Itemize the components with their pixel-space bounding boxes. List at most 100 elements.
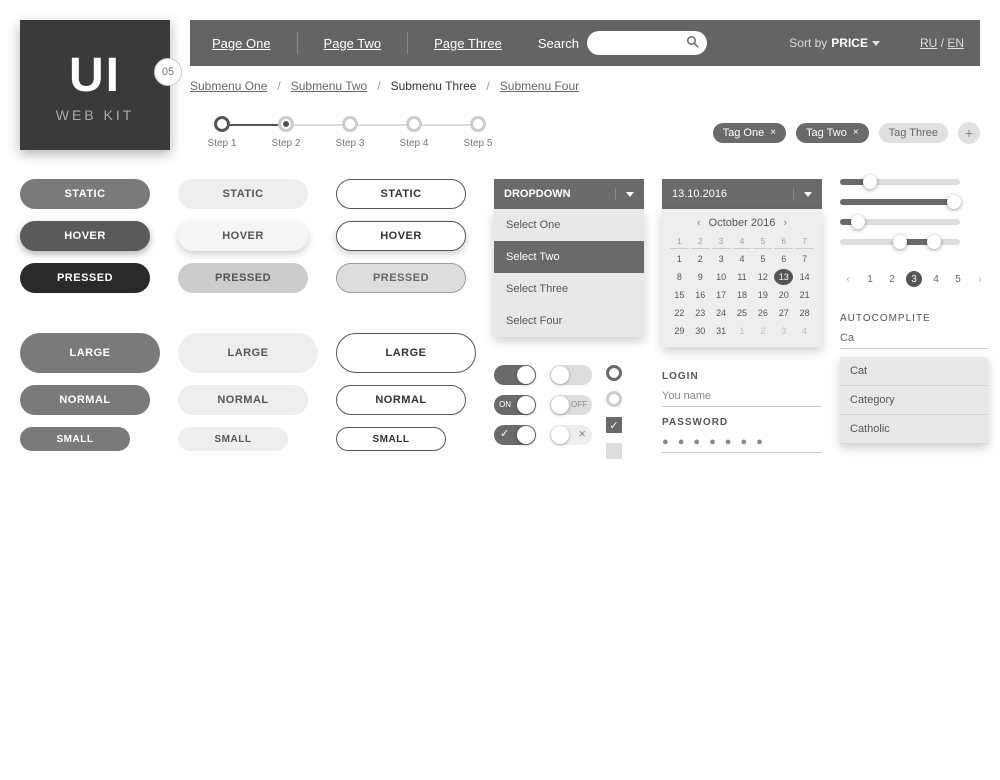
- sort-dropdown[interactable]: Sort by PRICE: [789, 36, 880, 50]
- prev-month-icon[interactable]: [697, 217, 701, 229]
- calendar-day[interactable]: 17: [712, 287, 731, 303]
- login-input[interactable]: You name: [662, 386, 822, 407]
- pagination-page[interactable]: 5: [950, 271, 966, 287]
- calendar-day[interactable]: 30: [691, 323, 710, 339]
- pagination-next[interactable]: [972, 271, 988, 287]
- calendar-day[interactable]: 10: [712, 269, 731, 285]
- button-small[interactable]: SMALL: [178, 427, 288, 451]
- password-input[interactable]: ● ● ● ● ● ● ●: [662, 432, 822, 453]
- calendar-day[interactable]: 15: [670, 287, 689, 303]
- radio-unselected[interactable]: [606, 391, 622, 407]
- button-hover[interactable]: HOVER: [20, 221, 150, 251]
- calendar-day[interactable]: 7: [795, 251, 814, 267]
- calendar-day[interactable]: 1: [670, 251, 689, 267]
- nav-page-three[interactable]: Page Three: [428, 36, 508, 51]
- calendar-day[interactable]: 19: [753, 287, 772, 303]
- button-hover[interactable]: HOVER: [336, 221, 466, 251]
- calendar-day[interactable]: 20: [774, 287, 793, 303]
- button-normal[interactable]: NORMAL: [178, 385, 308, 415]
- toggle-off-labeled[interactable]: OFF: [550, 395, 592, 415]
- toggle-on[interactable]: [494, 365, 536, 385]
- step[interactable]: Step 3: [318, 116, 382, 149]
- dropdown-toggle[interactable]: DROPDOWN: [494, 179, 644, 209]
- button-normal[interactable]: NORMAL: [336, 385, 466, 415]
- slider-knob[interactable]: [893, 235, 907, 249]
- close-icon[interactable]: ×: [770, 127, 776, 138]
- tag[interactable]: Tag One×: [713, 123, 786, 143]
- pagination-prev[interactable]: [840, 271, 856, 287]
- search-input[interactable]: [587, 31, 707, 55]
- dropdown-item[interactable]: Select Two: [494, 241, 644, 273]
- calendar-day-next-month[interactable]: 1: [733, 323, 752, 339]
- toggle-on-labeled[interactable]: ON: [494, 395, 536, 415]
- autocomplete-item[interactable]: Catholic: [840, 415, 988, 444]
- step[interactable]: Step 1: [190, 116, 254, 149]
- breadcrumb-item[interactable]: Submenu Two: [291, 79, 368, 93]
- toggle-off[interactable]: [550, 365, 592, 385]
- lang-ru[interactable]: RU: [920, 36, 937, 50]
- checkbox-unchecked[interactable]: [606, 443, 622, 459]
- calendar-day[interactable]: 25: [733, 305, 752, 321]
- lang-en[interactable]: EN: [947, 36, 964, 50]
- slider[interactable]: [840, 179, 960, 185]
- calendar-day[interactable]: 29: [670, 323, 689, 339]
- calendar-day[interactable]: 13: [774, 269, 793, 285]
- slider-knob[interactable]: [947, 195, 961, 209]
- calendar-day[interactable]: 4: [733, 251, 752, 267]
- datepicker-toggle[interactable]: 13.10.2016: [662, 179, 822, 209]
- toggle-x[interactable]: [550, 425, 592, 445]
- next-month-icon[interactable]: [783, 217, 787, 229]
- pagination-page[interactable]: 2: [884, 271, 900, 287]
- slider[interactable]: [840, 239, 960, 245]
- tag[interactable]: Tag Three: [879, 123, 948, 143]
- button-large[interactable]: LARGE: [20, 333, 160, 373]
- calendar-day[interactable]: 31: [712, 323, 731, 339]
- nav-page-two[interactable]: Page Two: [318, 36, 388, 51]
- button-small[interactable]: SMALL: [20, 427, 130, 451]
- calendar-day[interactable]: 5: [753, 251, 772, 267]
- slider-knob[interactable]: [851, 215, 865, 229]
- slider[interactable]: [840, 199, 960, 205]
- toggle-check[interactable]: [494, 425, 536, 445]
- button-small[interactable]: SMALL: [336, 427, 446, 451]
- button-pressed[interactable]: PRESSED: [178, 263, 308, 293]
- button-static[interactable]: STATIC: [178, 179, 308, 209]
- breadcrumb-item[interactable]: Submenu One: [190, 79, 267, 93]
- calendar-day[interactable]: 22: [670, 305, 689, 321]
- calendar-day[interactable]: 28: [795, 305, 814, 321]
- button-large[interactable]: LARGE: [178, 333, 318, 373]
- calendar-day[interactable]: 24: [712, 305, 731, 321]
- step[interactable]: Step 2: [254, 116, 318, 149]
- slider-knob[interactable]: [863, 175, 877, 189]
- radio-selected[interactable]: [606, 365, 622, 381]
- autocomplete-item[interactable]: Category: [840, 386, 988, 415]
- dropdown-item[interactable]: Select Four: [494, 305, 644, 337]
- nav-page-one[interactable]: Page One: [206, 36, 277, 51]
- calendar-day-next-month[interactable]: 4: [795, 323, 814, 339]
- button-pressed[interactable]: PRESSED: [20, 263, 150, 293]
- button-large[interactable]: LARGE: [336, 333, 476, 373]
- calendar-day[interactable]: 11: [733, 269, 752, 285]
- breadcrumb-item[interactable]: Submenu Four: [500, 79, 579, 93]
- calendar-day-next-month[interactable]: 3: [774, 323, 793, 339]
- calendar-day[interactable]: 23: [691, 305, 710, 321]
- calendar-day[interactable]: 12: [753, 269, 772, 285]
- pagination-page[interactable]: 1: [862, 271, 878, 287]
- calendar-day[interactable]: 18: [733, 287, 752, 303]
- calendar-day[interactable]: 3: [712, 251, 731, 267]
- calendar-day[interactable]: 16: [691, 287, 710, 303]
- pagination-page[interactable]: 3: [906, 271, 922, 287]
- calendar-day[interactable]: 2: [691, 251, 710, 267]
- slider-knob[interactable]: [927, 235, 941, 249]
- autocomplete-input[interactable]: Ca: [840, 328, 988, 349]
- button-hover[interactable]: HOVER: [178, 221, 308, 251]
- button-normal[interactable]: NORMAL: [20, 385, 150, 415]
- calendar-day[interactable]: 21: [795, 287, 814, 303]
- calendar-day[interactable]: 9: [691, 269, 710, 285]
- autocomplete-item[interactable]: Cat: [840, 357, 988, 386]
- step[interactable]: Step 5: [446, 116, 510, 149]
- pagination-page[interactable]: 4: [928, 271, 944, 287]
- add-tag-button[interactable]: +: [958, 122, 980, 144]
- button-static[interactable]: STATIC: [336, 179, 466, 209]
- button-pressed[interactable]: PRESSED: [336, 263, 466, 293]
